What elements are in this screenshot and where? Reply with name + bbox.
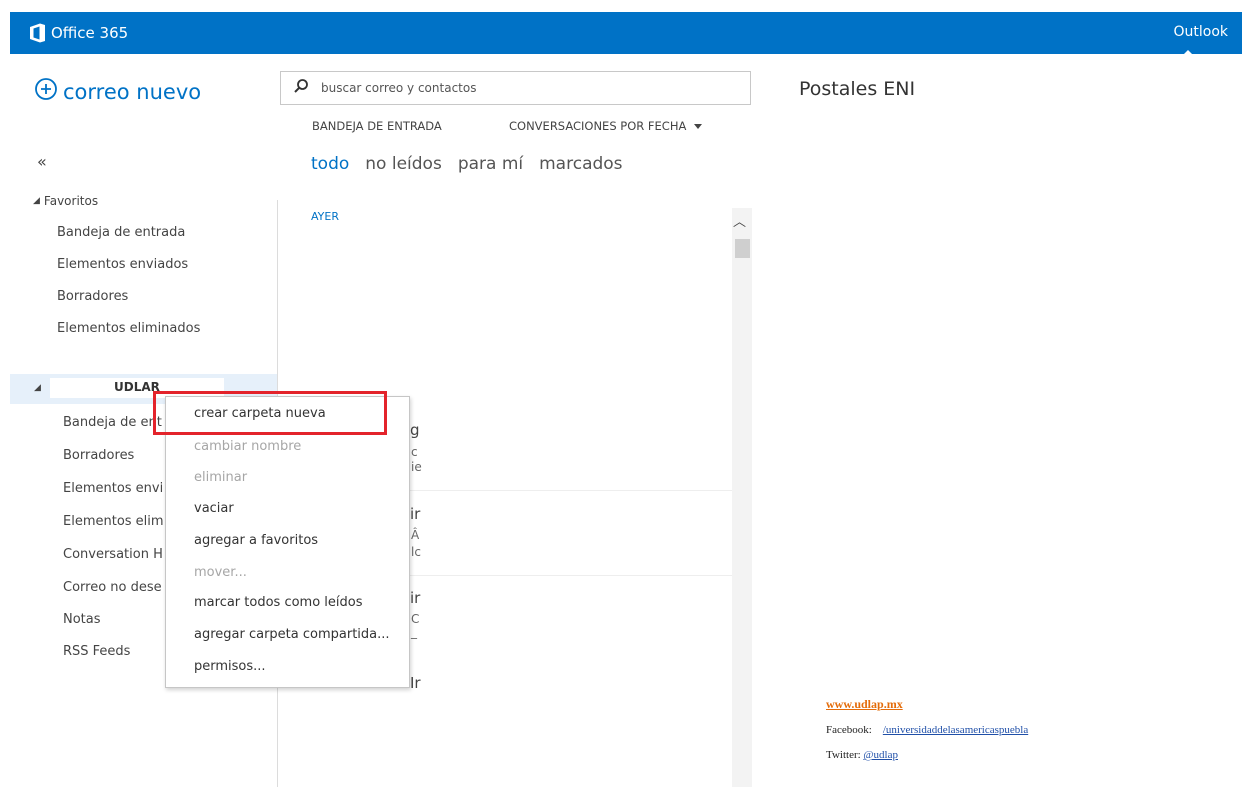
- folder-sent-items[interactable]: Elementos envi: [63, 481, 163, 496]
- menu-item-move[interactable]: mover...: [194, 565, 247, 580]
- message-separator: [410, 575, 732, 576]
- message-snippet: C: [411, 612, 420, 626]
- expand-triangle-icon[interactable]: ◢: [34, 383, 41, 393]
- filter-tabs: todo no leídos para mí marcados: [311, 154, 623, 174]
- favorite-deleted-items[interactable]: Elementos eliminados: [57, 321, 200, 336]
- new-mail-button[interactable]: correo nuevo: [34, 77, 201, 106]
- menu-item-add-to-favorites[interactable]: agregar a favoritos: [194, 533, 318, 548]
- message-snippet: Ir: [410, 674, 421, 692]
- message-snippet: lc: [411, 545, 421, 559]
- message-subject: Postales ENI: [799, 78, 916, 100]
- message-snippet: g: [410, 421, 420, 439]
- search-box[interactable]: [280, 71, 751, 105]
- folder-inbox[interactable]: Bandeja de ent: [63, 415, 162, 430]
- folder-rss-feeds[interactable]: RSS Feeds: [63, 644, 130, 659]
- sort-dropdown[interactable]: CONVERSACIONES POR FECHA: [509, 119, 703, 133]
- new-mail-label: correo nuevo: [63, 79, 202, 104]
- folder-conversation-history[interactable]: Conversation H: [63, 547, 163, 562]
- folder-context-menu: crear carpeta nueva cambiar nombre elimi…: [165, 396, 410, 688]
- twitter-label: Twitter:: [826, 749, 861, 761]
- expand-triangle-icon: ◢: [33, 196, 40, 206]
- filter-all[interactable]: todo: [311, 154, 349, 174]
- date-group-header: AYER: [311, 210, 339, 223]
- office-logo[interactable]: Office 365: [29, 22, 128, 44]
- signature-facebook: Facebook: /universidaddelasamericaspuebl…: [826, 724, 1028, 736]
- message-separator: [410, 490, 732, 491]
- filter-unread[interactable]: no leídos: [365, 154, 442, 174]
- top-bar: Office 365 Outlook: [10, 12, 1242, 54]
- scrollbar-thumb[interactable]: [735, 239, 750, 258]
- favorites-title: Favoritos: [43, 194, 99, 208]
- filter-to-me[interactable]: para mí: [458, 154, 523, 174]
- folder-notes[interactable]: Notas: [63, 612, 101, 627]
- message-snippet: ir: [410, 505, 421, 523]
- menu-item-rename[interactable]: cambiar nombre: [194, 439, 301, 454]
- message-list-scrollbar[interactable]: [732, 208, 752, 787]
- message-snippet: _: [411, 625, 417, 639]
- active-app-indicator: [1183, 50, 1193, 55]
- outlook-app-link[interactable]: Outlook: [1173, 24, 1228, 40]
- chevron-up-icon[interactable]: ︿: [733, 211, 746, 230]
- message-snippet: Â: [411, 528, 420, 542]
- folder-drafts[interactable]: Borradores: [63, 448, 134, 463]
- signature-twitter: Twitter: @udlap: [826, 749, 898, 761]
- search-icon[interactable]: [293, 78, 309, 98]
- favorites-header[interactable]: ◢ Favoritos: [33, 194, 98, 208]
- folder-junk-mail[interactable]: Correo no dese: [63, 580, 162, 595]
- menu-item-delete[interactable]: eliminar: [194, 470, 247, 485]
- signature-website-link[interactable]: www.udlap.mx: [826, 697, 903, 712]
- message-snippet: ir: [410, 589, 421, 607]
- search-input[interactable]: [319, 80, 723, 96]
- favorite-sent-items[interactable]: Elementos enviados: [57, 257, 188, 272]
- twitter-link[interactable]: @udlap: [863, 749, 898, 761]
- message-snippet: ie: [411, 460, 422, 474]
- facebook-link[interactable]: /universidaddelasamericaspuebla: [883, 724, 1028, 736]
- menu-item-permissions[interactable]: permisos...: [194, 659, 266, 674]
- menu-item-empty[interactable]: vaciar: [194, 501, 234, 516]
- current-folder-label: BANDEJA DE ENTRADA: [312, 119, 442, 133]
- brand-title: Office 365: [51, 24, 129, 42]
- sort-label: CONVERSACIONES POR FECHA: [509, 119, 687, 133]
- office-logo-icon: [29, 23, 46, 43]
- filter-flagged[interactable]: marcados: [539, 154, 622, 174]
- double-chevron-left-icon[interactable]: «: [37, 152, 47, 171]
- folder-deleted-items[interactable]: Elementos elim: [63, 514, 164, 529]
- facebook-label: Facebook:: [826, 724, 872, 736]
- favorite-drafts[interactable]: Borradores: [57, 289, 128, 304]
- favorite-inbox[interactable]: Bandeja de entrada: [57, 225, 185, 240]
- chevron-down-icon: [694, 123, 703, 129]
- message-snippet: c: [411, 445, 418, 459]
- menu-item-add-shared-folder[interactable]: agregar carpeta compartida...: [194, 627, 390, 642]
- highlight-annotation-box: [153, 391, 387, 435]
- menu-item-mark-all-read[interactable]: marcar todos como leídos: [194, 595, 363, 610]
- plus-circle-icon: [34, 77, 58, 106]
